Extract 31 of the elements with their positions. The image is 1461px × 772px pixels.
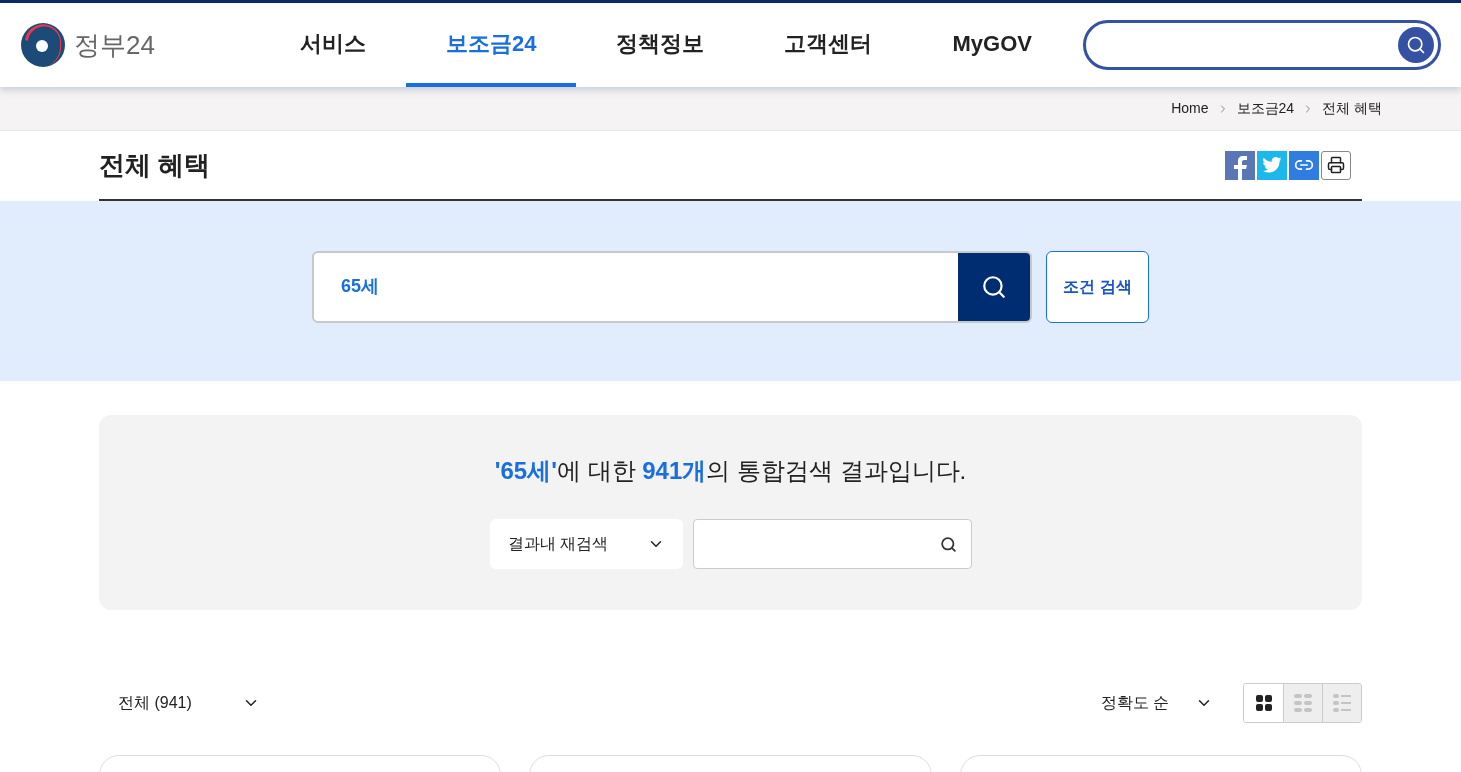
nav-tab[interactable]: 정책정보 — [576, 3, 745, 87]
logo-text: 정부24 — [74, 28, 155, 62]
header-search-field[interactable] — [1083, 20, 1441, 70]
category-dropdown[interactable]: 전체 (941) — [99, 683, 279, 723]
view-toggle[interactable] — [1283, 684, 1322, 722]
nav-tab[interactable]: MyGOV — [912, 3, 1072, 87]
breadcrumb-link[interactable]: 보조금24 — [1236, 98, 1295, 119]
list-view-icon — [1333, 694, 1351, 712]
breadcrumb-link[interactable]: Home — [1171, 98, 1209, 119]
print-icon[interactable] — [1321, 150, 1351, 180]
input-field[interactable]: 65세 — [312, 250, 1032, 323]
grid-view-icon — [1255, 695, 1272, 711]
link-icon[interactable] — [1289, 150, 1319, 180]
view-toggle[interactable] — [1322, 684, 1361, 722]
result-summary: '65세'에 대한 941개의 통합검색 결과입니다. — [494, 456, 967, 486]
search-icon — [981, 273, 1007, 300]
search-icon[interactable] — [939, 535, 957, 553]
search-icon — [1406, 35, 1426, 55]
facebook-icon[interactable] — [1225, 150, 1255, 180]
search-button[interactable] — [1398, 27, 1434, 63]
condition-search-button[interactable]: 조건 검색 — [1046, 250, 1149, 323]
breadcrumb-link[interactable]: 전체 혜택 — [1322, 98, 1382, 119]
logo-icon — [20, 22, 66, 68]
search-button[interactable] — [958, 252, 1030, 321]
page-title: 전체 혜택 — [99, 148, 211, 182]
sort-dropdown[interactable]: 정확도 순 — [1087, 683, 1227, 723]
refine-search-field[interactable] — [692, 519, 972, 569]
nav-tab[interactable]: 고객센터 — [744, 3, 913, 87]
nav-tab[interactable]: 서비스 — [260, 3, 406, 87]
scope-dropdown[interactable]: 결과내 재검색 — [489, 519, 683, 569]
compact-view-icon — [1294, 694, 1312, 712]
